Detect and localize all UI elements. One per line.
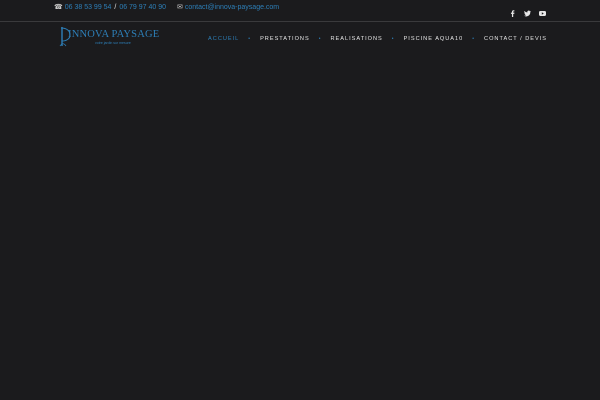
top-bar: ☎ 06 38 53 99 54 / 06 79 97 40 90 ✉ contac…	[0, 0, 600, 22]
phone-link-1[interactable]: 06 38 53 99 54	[65, 4, 112, 11]
site-logo[interactable]: INNOVA PAYSAGE votre jardin sur mesure	[58, 26, 159, 50]
nav-item-contact-devis[interactable]: Contact / Devis	[484, 36, 547, 42]
logo-tagline: votre jardin sur mesure	[95, 41, 131, 45]
email-contact: ✉ contact@innova-paysage.com	[177, 4, 279, 12]
nav-item-piscine-aqua10[interactable]: Piscine Aqua10	[404, 36, 464, 42]
nav-item-realisations[interactable]: Realisations	[330, 36, 382, 42]
phone-numbers: ☎ 06 38 53 99 54 / 06 79 97 40 90	[54, 4, 166, 12]
facebook-icon[interactable]	[509, 4, 516, 17]
nav-separator: •	[472, 36, 476, 42]
main-nav: Accueil • Prestations • Realisations • P…	[208, 36, 547, 42]
twitter-icon[interactable]	[524, 4, 531, 17]
nav-separator: •	[248, 36, 252, 42]
phone-link-2[interactable]: 06 79 97 40 90	[119, 4, 166, 11]
nav-separator: •	[391, 36, 395, 42]
envelope-icon: ✉	[177, 4, 183, 11]
email-link[interactable]: contact@innova-paysage.com	[185, 4, 279, 11]
youtube-icon[interactable]	[539, 4, 546, 16]
nav-separator: •	[318, 36, 322, 42]
phone-separator: /	[114, 4, 117, 11]
nav-item-accueil[interactable]: Accueil	[208, 36, 239, 42]
social-links	[509, 4, 546, 17]
main-content-area	[0, 58, 600, 400]
logo-text: INNOVA PAYSAGE	[68, 29, 160, 40]
phone-icon: ☎	[54, 4, 63, 11]
nav-item-prestations[interactable]: Prestations	[260, 36, 310, 42]
site-header: INNOVA PAYSAGE votre jardin sur mesure A…	[0, 22, 600, 58]
